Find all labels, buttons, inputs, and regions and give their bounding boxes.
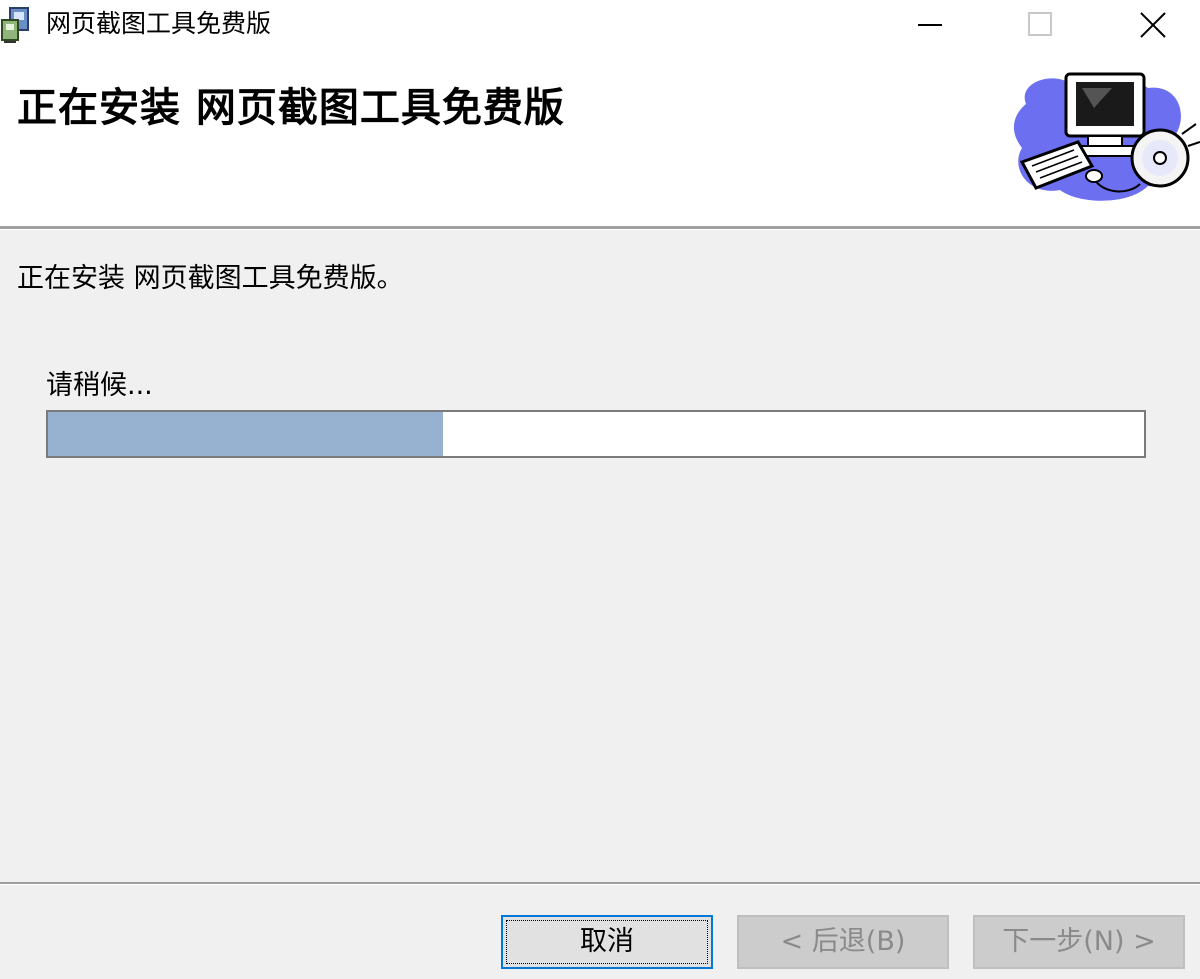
banner-title: 正在安装 网页截图工具免费版 xyxy=(17,85,565,131)
next-button[interactable]: 下一步(N) > xyxy=(973,915,1185,969)
installer-app-icon xyxy=(0,6,32,44)
computer-cd-icon xyxy=(1008,64,1200,210)
window-title: 网页截图工具免费版 xyxy=(46,9,272,38)
footer-divider xyxy=(0,882,1200,885)
progress-label: 请稍候... xyxy=(46,370,153,401)
install-progress-bar xyxy=(46,410,1146,458)
status-message: 正在安装 网页截图工具免费版。 xyxy=(17,263,404,294)
cancel-button-label: 取消 xyxy=(580,926,634,957)
banner-divider xyxy=(0,226,1200,230)
back-button[interactable]: < 后退(B) xyxy=(737,915,949,969)
close-button[interactable] xyxy=(1098,0,1200,50)
progress-bar-fill xyxy=(48,412,443,456)
maximize-button[interactable] xyxy=(986,0,1098,50)
installer-banner: 正在安装 网页截图工具免费版 xyxy=(0,50,1200,226)
cancel-button[interactable]: 取消 xyxy=(501,915,713,969)
title-bar[interactable]: 网页截图工具免费版 xyxy=(0,0,1200,50)
minimize-button[interactable] xyxy=(874,0,986,50)
